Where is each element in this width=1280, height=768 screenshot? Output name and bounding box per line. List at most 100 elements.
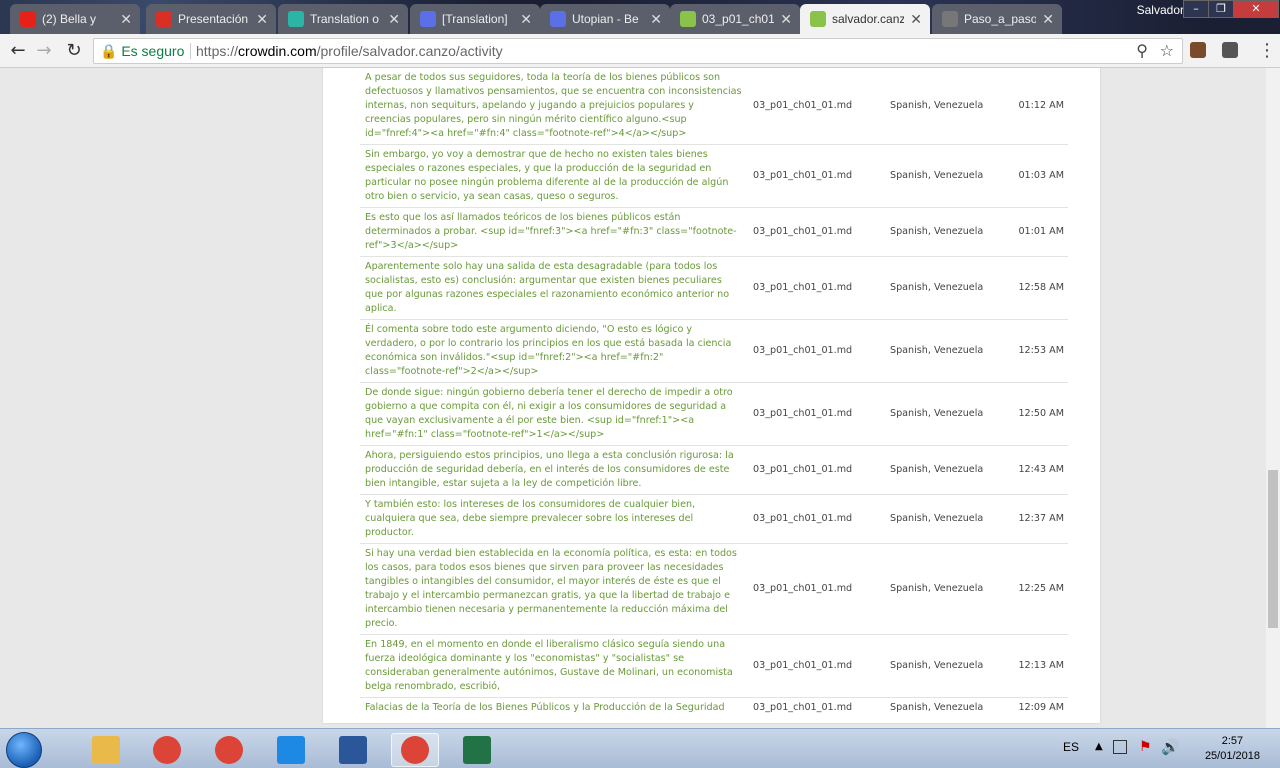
maximize-button[interactable]: ❐ — [1208, 0, 1234, 18]
time: 12:13 AM — [998, 634, 1068, 698]
document-icon — [942, 11, 958, 27]
url-host: crowdin.com — [238, 43, 317, 59]
tab-6[interactable]: 03_p01_ch01 ✕ — [670, 4, 800, 34]
tab-8[interactable]: Paso_a_paso ✕ — [932, 4, 1062, 34]
language: Spanish, Venezuela — [888, 144, 998, 208]
word-icon — [339, 736, 367, 764]
activity-row[interactable]: Sin embargo, yo voy a demostrar que de h… — [360, 144, 1068, 208]
language: Spanish, Venezuela — [888, 494, 998, 544]
notification-icon[interactable]: ⚑ — [1139, 739, 1152, 755]
time: 01:03 AM — [998, 144, 1068, 208]
back-button[interactable]: ← — [6, 39, 30, 63]
activity-text[interactable]: Él comenta sobre todo este argumento dic… — [360, 319, 748, 383]
profile-name[interactable]: Salvador — [1137, 3, 1184, 17]
scrollbar-thumb[interactable] — [1268, 470, 1278, 628]
page-scrollbar[interactable] — [1266, 68, 1280, 728]
tab-title: Paso_a_paso — [964, 12, 1037, 26]
crowdin-icon — [288, 11, 304, 27]
activity-text[interactable]: Aparentemente solo hay una salida de est… — [360, 256, 748, 320]
activity-row[interactable]: Ahora, persiguiendo estos principios, un… — [360, 445, 1068, 495]
url-path: /profile/salvador.canzo/activity — [316, 43, 503, 59]
bookmark-star-icon[interactable]: ☆ — [1160, 41, 1174, 60]
taskbar-app[interactable] — [267, 733, 315, 767]
minimize-button[interactable]: – — [1183, 0, 1209, 18]
taskbar-app[interactable] — [329, 733, 377, 767]
tab-5[interactable]: Utopian - Be ✕ — [540, 4, 670, 34]
taskbar-app[interactable] — [205, 733, 253, 767]
address-bar[interactable]: 🔒 Es seguro https://crowdin.com/profile/… — [93, 38, 1183, 64]
secure-indicator[interactable]: 🔒 Es seguro — [100, 43, 184, 60]
close-window-button[interactable]: ✕ — [1233, 0, 1279, 18]
activity-text[interactable]: Es esto que los así llamados teóricos de… — [360, 207, 748, 257]
taskbar-app[interactable] — [391, 733, 439, 767]
language-indicator[interactable]: ES — [1063, 740, 1079, 754]
activity-row[interactable]: Es esto que los así llamados teóricos de… — [360, 207, 1068, 257]
activity-text[interactable]: Ahora, persiguiendo estos principios, un… — [360, 445, 748, 495]
language: Spanish, Venezuela — [888, 445, 998, 495]
time: 12:53 AM — [998, 319, 1068, 383]
network-icon[interactable] — [1113, 740, 1127, 754]
file-name: 03_p01_ch01_01.md — [748, 543, 888, 635]
activity-text[interactable]: Sin embargo, yo voy a demostrar que de h… — [360, 144, 748, 208]
close-tab-icon[interactable]: ✕ — [650, 11, 662, 28]
forward-button[interactable]: → — [32, 39, 56, 63]
activity-row[interactable]: Él comenta sobre todo este argumento dic… — [360, 319, 1068, 383]
volume-icon[interactable]: 🔊 — [1161, 738, 1180, 756]
extension-icon[interactable] — [1222, 42, 1238, 58]
language: Spanish, Venezuela — [888, 256, 998, 320]
menu-icon[interactable]: ⋮ — [1258, 40, 1276, 61]
tray-arrow-icon[interactable]: ▲ — [1095, 741, 1103, 752]
time: 12:09 AM — [1018, 702, 1064, 713]
activity-text[interactable]: Falacias de la Teoría de los Bienes Públ… — [360, 698, 748, 719]
tab-1[interactable]: (2) Bella y ✕ — [10, 4, 140, 34]
reload-button[interactable]: ↻ — [62, 39, 86, 63]
close-tab-icon[interactable]: ✕ — [388, 11, 400, 28]
activity-row[interactable]: De donde sigue: ningún gobierno debería … — [360, 382, 1068, 446]
activity-row[interactable]: Si hay una verdad bien establecida en la… — [360, 543, 1068, 635]
close-tab-icon[interactable]: ✕ — [910, 11, 922, 28]
tab-title: salvador.canz — [832, 12, 905, 26]
activity-text[interactable]: De donde sigue: ningún gobierno debería … — [360, 382, 748, 446]
tab-2[interactable]: Presentación ✕ — [146, 4, 276, 34]
crowdin-icon — [810, 11, 826, 27]
activity-row[interactable]: En 1849, en el momento en donde el liber… — [360, 634, 1068, 698]
taskbar-app[interactable] — [143, 733, 191, 767]
taskbar-app[interactable] — [82, 733, 130, 767]
activity-row[interactable]: Falacias de la Teoría de los Bienes Públ… — [360, 698, 1068, 719]
url-text[interactable]: https://crowdin.com/profile/salvador.can… — [196, 43, 503, 59]
activity-text[interactable]: A pesar de todos sus seguidores, toda la… — [360, 68, 748, 145]
zoom-search-icon[interactable]: ⚲ — [1136, 41, 1148, 60]
taskbar-app[interactable] — [453, 733, 501, 767]
file-name: 03_p01_ch01_01.md — [748, 207, 888, 257]
tab-3[interactable]: Translation o ✕ — [278, 4, 408, 34]
close-tab-icon[interactable]: ✕ — [780, 11, 792, 28]
crowdin-icon — [680, 11, 696, 27]
close-tab-icon[interactable]: ✕ — [1042, 11, 1054, 28]
file-name: 03_p01_ch01_01.md — [753, 702, 853, 713]
close-tab-icon[interactable]: ✕ — [120, 11, 132, 28]
language: Spanish, Venezuela — [888, 382, 998, 446]
tab-7[interactable]: salvador.canz ✕ — [800, 4, 930, 34]
activity-row[interactable]: Aparentemente solo hay una salida de est… — [360, 256, 1068, 320]
start-button[interactable] — [6, 732, 42, 768]
file-name: 03_p01_ch01_01.md — [748, 494, 888, 544]
activity-table: A pesar de todos sus seguidores, toda la… — [360, 68, 1068, 718]
activity-text[interactable]: Y también esto: los intereses de los con… — [360, 494, 748, 544]
activity-row[interactable]: A pesar de todos sus seguidores, toda la… — [360, 68, 1068, 145]
activity-text[interactable]: Si hay una verdad bien establecida en la… — [360, 543, 748, 635]
clock[interactable]: 2:57 25/01/2018 — [1205, 734, 1260, 764]
extension-icon[interactable] — [1190, 42, 1206, 58]
time: 12:50 AM — [998, 382, 1068, 446]
secure-label: Es seguro — [121, 43, 185, 59]
omnibox-separator — [190, 43, 191, 59]
tab-4[interactable]: [Translation] ✕ — [410, 4, 540, 34]
internet-explorer-icon — [277, 736, 305, 764]
file-name: 03_p01_ch01_01.md — [748, 319, 888, 383]
close-tab-icon[interactable]: ✕ — [520, 11, 532, 28]
tab-title: [Translation] — [442, 12, 508, 26]
close-tab-icon[interactable]: ✕ — [256, 11, 268, 28]
youtube-icon — [20, 11, 36, 27]
activity-text[interactable]: En 1849, en el momento en donde el liber… — [360, 634, 748, 698]
gmail-icon — [156, 11, 172, 27]
activity-row[interactable]: Y también esto: los intereses de los con… — [360, 494, 1068, 544]
